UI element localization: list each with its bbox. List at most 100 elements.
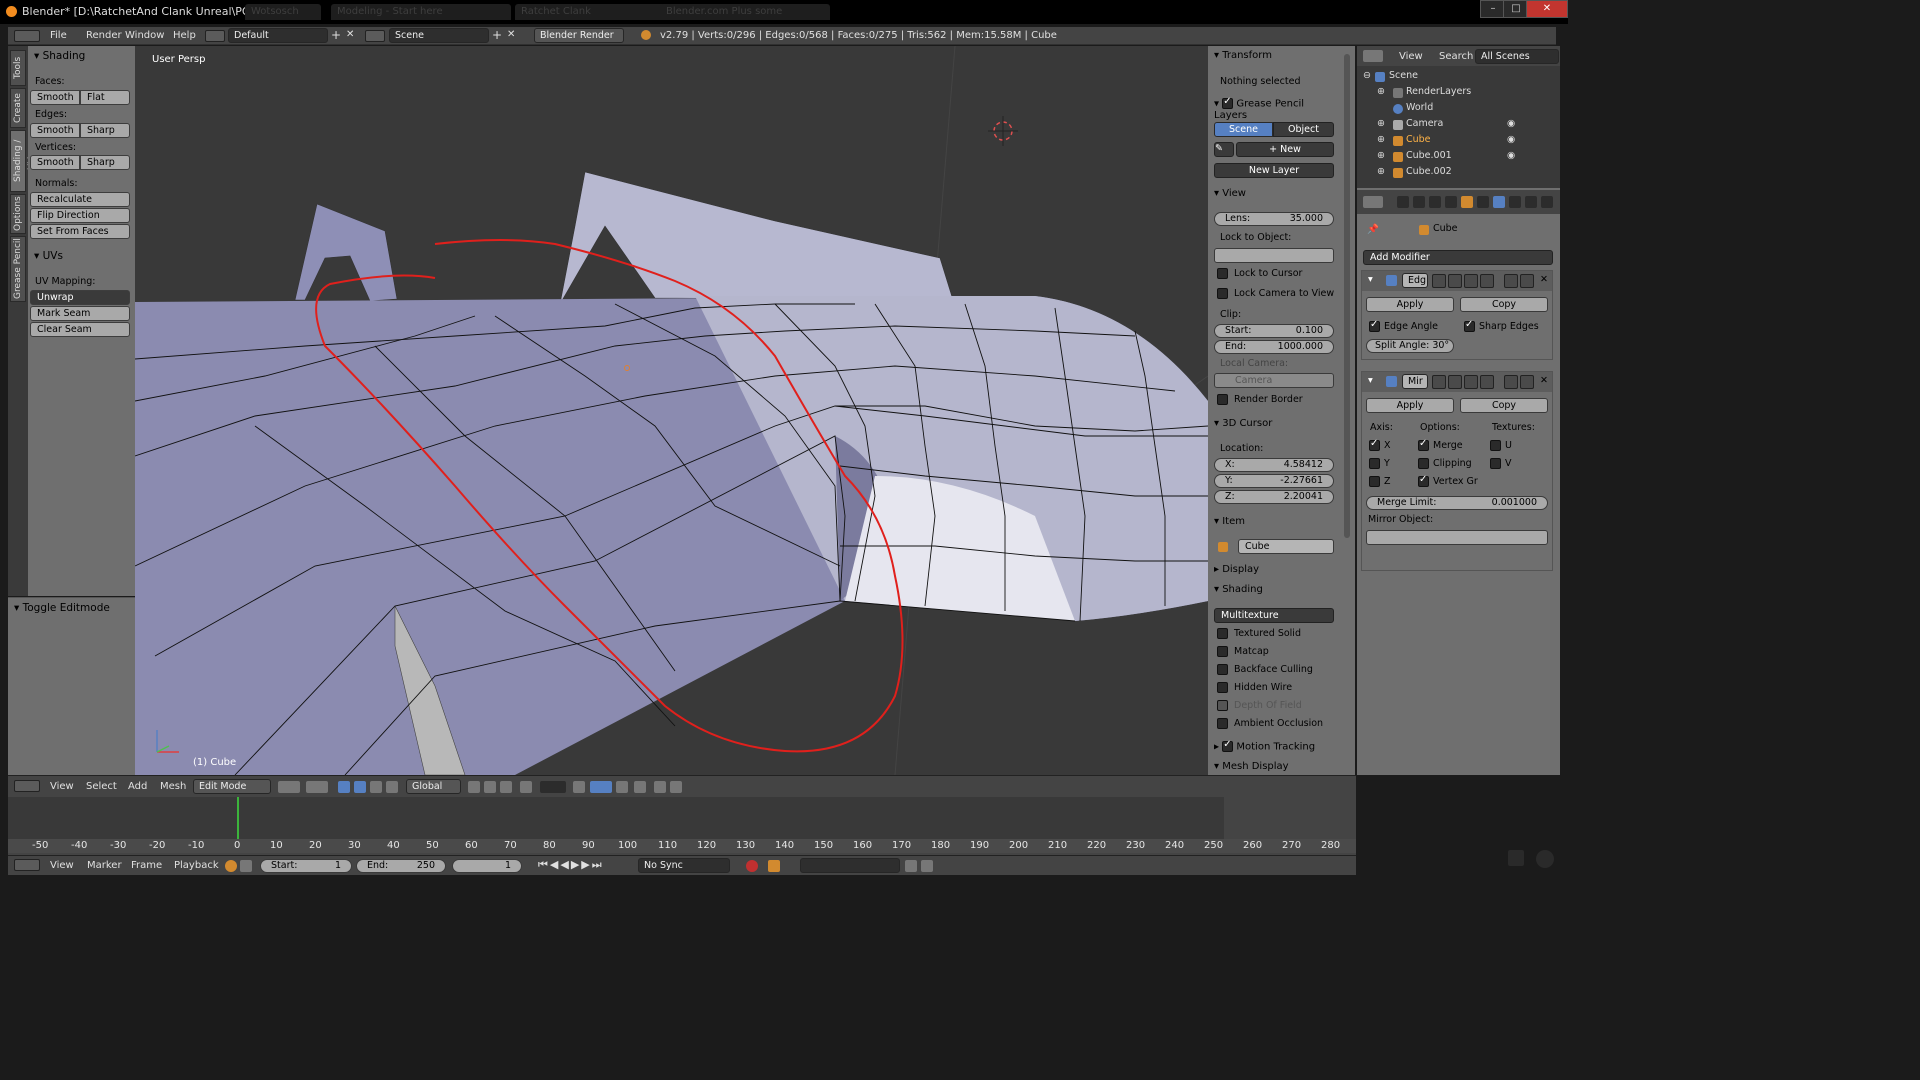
set-from-faces-button[interactable]: Set From Faces [30, 224, 130, 239]
3d-cursor-header[interactable]: ▾ 3D Cursor [1214, 418, 1272, 429]
move-down-icon[interactable] [1520, 274, 1534, 288]
transform-header[interactable]: ▾ Transform [1214, 50, 1272, 61]
current-frame-field[interactable]: 1 [452, 859, 522, 873]
motion-tracking-checkbox[interactable] [1222, 739, 1234, 752]
timeline-ruler[interactable]: -50 -40 -30 -20 -10 0 10 20 30 40 50 60 … [8, 839, 1356, 853]
scene-icon[interactable] [365, 30, 385, 42]
add-scene-icon[interactable]: + [492, 28, 502, 42]
textured-solid-checkbox[interactable] [1217, 628, 1228, 639]
hidden-wire-checkbox[interactable] [1217, 682, 1228, 693]
snap-icon[interactable] [573, 781, 585, 793]
limit-selection-icon[interactable] [520, 781, 532, 793]
merge-limit-field[interactable]: Merge Limit: 0.001000 [1366, 496, 1548, 510]
clear-seam-button[interactable]: Clear Seam [30, 322, 130, 337]
delete-keyframe-icon[interactable] [921, 860, 933, 872]
editmode-toggle-icon[interactable] [1464, 375, 1478, 389]
edge-select-icon[interactable] [484, 781, 496, 793]
recalculate-button[interactable]: Recalculate [30, 192, 130, 207]
split-angle-field[interactable]: Split Angle: 30° [1366, 339, 1454, 353]
backface-culling-checkbox[interactable] [1217, 664, 1228, 675]
vertices-sharp-button[interactable]: Sharp [80, 155, 130, 170]
menu-select[interactable]: Select [86, 781, 117, 792]
axis-y-checkbox[interactable] [1369, 458, 1380, 469]
menu-help[interactable]: Help [173, 30, 196, 41]
clip-end-field[interactable]: End: 1000.000 [1214, 340, 1334, 354]
screen-layout-icon[interactable] [205, 30, 225, 42]
edge-split-name[interactable]: Edg [1402, 273, 1428, 288]
render-toggle-icon[interactable] [1432, 274, 1446, 288]
outliner-row-camera[interactable]: ⊕ Camera ◉ [1357, 118, 1547, 134]
tab-options[interactable]: Options [10, 194, 26, 234]
outliner-row-renderlayers[interactable]: ⊕ RenderLayers [1357, 86, 1547, 102]
render-anim-icon[interactable] [670, 781, 682, 793]
vertex-groups-checkbox[interactable] [1418, 474, 1429, 487]
properties-scrollbar[interactable] [1340, 46, 1355, 775]
shading-mode-select[interactable]: Multitexture [1214, 608, 1334, 623]
scrollbar-thumb[interactable] [1344, 54, 1350, 538]
menu-render[interactable]: Render [86, 30, 122, 41]
object-tab-icon[interactable] [1461, 196, 1473, 208]
editor-type-icon[interactable] [14, 859, 40, 871]
eye-icon[interactable]: ◉ [1507, 134, 1515, 145]
end-frame-field[interactable]: End: 250 [356, 859, 446, 873]
timeline[interactable]: -50 -40 -30 -20 -10 0 10 20 30 40 50 60 … [8, 797, 1356, 855]
texture-v-checkbox[interactable] [1490, 458, 1501, 469]
gp-object-button[interactable]: Object [1273, 122, 1334, 137]
add-modifier-select[interactable]: Add Modifier [1363, 250, 1553, 265]
move-down-icon[interactable] [1520, 375, 1534, 389]
faces-smooth-button[interactable]: Smooth [30, 90, 80, 105]
mirror-copy-button[interactable]: Copy [1460, 398, 1548, 413]
start-frame-field[interactable]: Start: 1 [260, 859, 352, 873]
viewport-shading-icon[interactable] [278, 781, 300, 793]
pivot-point-icon[interactable] [306, 781, 328, 793]
snap-target-icon[interactable] [616, 781, 628, 793]
lens-field[interactable]: Lens: 35.000 [1214, 212, 1334, 226]
add-layout-icon[interactable]: + [331, 28, 341, 42]
viewport-toggle-icon[interactable] [1448, 375, 1462, 389]
playback-controls-icon[interactable]: ⏮◀◀▶▶⏭ [538, 858, 604, 872]
grease-pencil-header[interactable]: ▾ Grease Pencil Layers [1214, 96, 1340, 121]
pin-icon[interactable]: 📌 [1367, 224, 1379, 235]
lock-object-field[interactable] [1214, 248, 1334, 263]
mirror-apply-button[interactable]: Apply [1366, 398, 1454, 413]
editor-type-icon[interactable] [14, 780, 40, 792]
move-up-icon[interactable] [1504, 274, 1518, 288]
tab-tools[interactable]: Tools [10, 50, 26, 86]
matcap-checkbox[interactable] [1217, 646, 1228, 657]
menu-window[interactable]: Window [125, 30, 164, 41]
cursor-y-field[interactable]: Y: -2.27661 [1214, 474, 1334, 488]
motion-tracking-header[interactable]: ▸ Motion Tracking [1214, 739, 1315, 753]
lock-camera-checkbox[interactable] [1217, 288, 1228, 299]
timeline-marker-menu[interactable]: Marker [87, 860, 122, 871]
outliner-editor-icon[interactable] [1363, 50, 1383, 62]
gp-new-button[interactable]: + New [1236, 142, 1334, 157]
menu-add[interactable]: Add [128, 781, 147, 792]
scene-field[interactable]: Scene [389, 28, 489, 43]
keying-set-field[interactable] [800, 858, 900, 873]
edges-sharp-button[interactable]: Sharp [80, 123, 130, 138]
render-border-checkbox[interactable] [1217, 394, 1228, 405]
world-tab-icon[interactable] [1445, 196, 1457, 208]
mark-seam-button[interactable]: Mark Seam [30, 306, 130, 321]
timeline-view-menu[interactable]: View [50, 860, 74, 871]
render-camera-icon[interactable] [654, 781, 666, 793]
item-name-field[interactable]: Cube [1238, 539, 1334, 554]
edge-split-apply-button[interactable]: Apply [1366, 297, 1454, 312]
constraints-tab-icon[interactable] [1477, 196, 1489, 208]
editmode-toggle-icon[interactable] [1464, 274, 1478, 288]
outliner-row-cube002[interactable]: ⊕ Cube.002 [1357, 166, 1547, 180]
texture-tab-icon[interactable] [1541, 196, 1553, 208]
depth-of-field-checkbox[interactable] [1217, 700, 1228, 711]
move-up-icon[interactable] [1504, 375, 1518, 389]
outliner-search-menu[interactable]: Search [1439, 51, 1473, 62]
record-icon[interactable] [746, 860, 758, 872]
merge-checkbox[interactable] [1418, 438, 1429, 451]
translate-icon[interactable] [354, 781, 366, 793]
render-toggle-icon[interactable] [1432, 375, 1446, 389]
rotate-icon[interactable] [370, 781, 382, 793]
cage-toggle-icon[interactable] [1480, 274, 1494, 288]
modifiers-tab-icon[interactable] [1493, 196, 1505, 208]
transform-orientation-select[interactable]: Global [406, 779, 461, 794]
shading-panel-header[interactable]: ▾ Shading [34, 50, 85, 62]
data-tab-icon[interactable] [1509, 196, 1521, 208]
